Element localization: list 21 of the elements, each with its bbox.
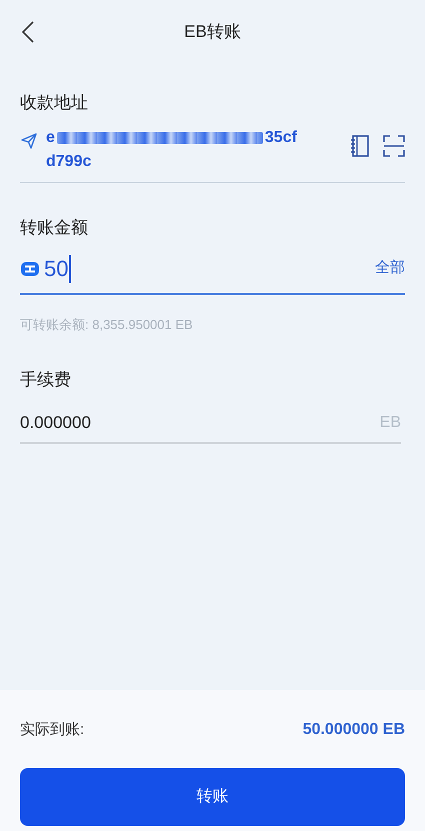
field-label: 收款地址: [20, 92, 88, 114]
page-title: EB转账: [184, 21, 241, 44]
scan-icon[interactable]: [383, 134, 405, 158]
coin-icon: [20, 260, 40, 276]
address-text: e: [46, 128, 55, 148]
send-icon: [20, 132, 38, 150]
address-book-icon[interactable]: [349, 134, 371, 158]
field-label: 手续费: [20, 368, 71, 390]
summary-label: 实际到账:: [20, 720, 84, 740]
address-text: 35cf: [264, 128, 297, 148]
summary-value: 50.000000 EB: [302, 720, 405, 740]
amount-text: 50: [44, 255, 68, 283]
field-label: 转账金额: [20, 216, 88, 238]
unit-text: EB: [380, 412, 401, 433]
amount-field[interactable]: 50 全部: [20, 252, 405, 295]
text-cursor: [69, 254, 72, 282]
all-button[interactable]: 全部: [375, 257, 405, 280]
fee-field[interactable]: 0.000000 EB: [20, 410, 401, 444]
balance-text: 可转账余额: 8,355.950001 EB: [20, 316, 193, 334]
address-text: d799c: [46, 152, 92, 172]
transfer-button[interactable]: 转账: [20, 768, 405, 826]
